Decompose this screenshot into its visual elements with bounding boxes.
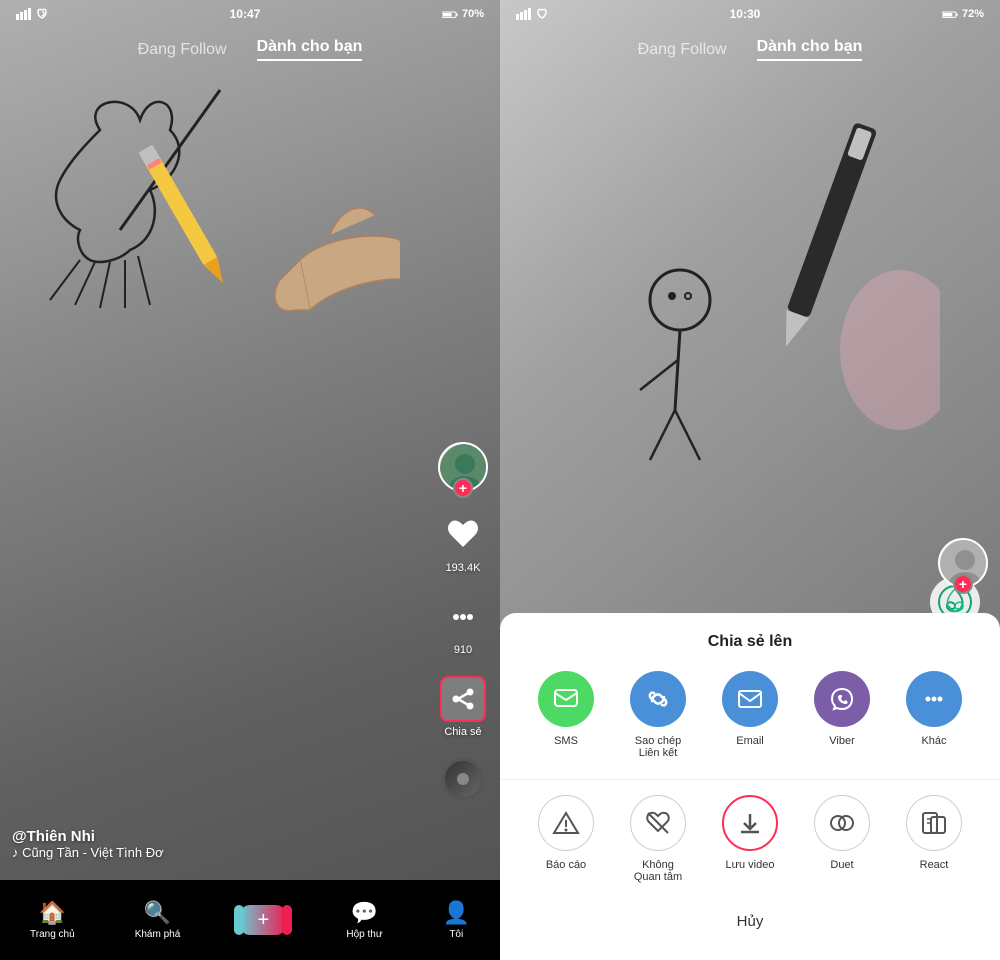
status-bar-right: 10:30 72%: [500, 0, 1000, 28]
duet-icon: [814, 795, 870, 851]
copy-icon: [630, 671, 686, 727]
share-cancel[interactable]: Hủy: [520, 903, 980, 940]
drawing-art-left: [20, 80, 400, 420]
status-left-icons: [16, 8, 48, 20]
share-report[interactable]: Báo cáo: [538, 795, 594, 883]
battery-pct-left: 70%: [462, 8, 484, 20]
savevideo-icon: [722, 795, 778, 851]
comment-icon-left: [440, 594, 486, 640]
music-disc-icon-left: [442, 758, 484, 800]
share-viber[interactable]: Viber: [814, 671, 870, 759]
viber-label: Viber: [829, 735, 854, 747]
status-right-icons: 70%: [442, 8, 484, 20]
status-time-right: 10:30: [730, 7, 761, 21]
share-divider: [500, 779, 1000, 780]
music-disc-inner-left: [457, 773, 469, 785]
avatar-wrap-left[interactable]: +: [438, 442, 488, 492]
username-left: @Thiên Nhi: [12, 828, 164, 845]
report-label: Báo cáo: [546, 859, 586, 871]
notinterest-label: Không Quan tâm: [634, 859, 682, 883]
nav-profile-left[interactable]: 👤 Tôi: [443, 900, 470, 940]
nav-inbox-left[interactable]: 💬 Hộp thư: [346, 900, 382, 940]
bottom-info-left: @Thiên Nhi ♪ Cũng Tần - Việt Tình Đơ: [12, 828, 164, 860]
tab-dang-follow-right[interactable]: Đang Follow: [638, 41, 727, 59]
drawing-art-right: [520, 100, 940, 480]
share-icon-left: [440, 676, 486, 722]
share-label-left: Chia sẻ: [444, 726, 481, 738]
side-actions-left: + 193.4K 910: [438, 442, 488, 800]
more-icon: [906, 671, 962, 727]
more-label: Khác: [921, 735, 946, 747]
nav-home-label-left: Trang chủ: [30, 929, 75, 940]
sms-icon: [538, 671, 594, 727]
nav-explore-label-left: Khám phá: [135, 929, 181, 940]
email-label: Email: [736, 735, 764, 747]
share-duet[interactable]: Duet: [814, 795, 870, 883]
share-row-2: Báo cáo Không Quan tâm: [520, 795, 980, 883]
music-disc-left[interactable]: [442, 758, 484, 800]
nav-inbox-label-left: Hộp thư: [346, 929, 382, 940]
share-button-left[interactable]: Chia sẻ: [440, 676, 486, 738]
avatar-plus-right[interactable]: +: [953, 574, 973, 594]
share-email[interactable]: Email: [722, 671, 778, 759]
sms-label: SMS: [554, 735, 578, 747]
status-bar-left: 10:47 70%: [0, 0, 500, 28]
share-sms[interactable]: SMS: [538, 671, 594, 759]
avatar-plus-left[interactable]: +: [453, 478, 473, 498]
nav-create-left[interactable]: +: [240, 905, 286, 935]
nav-home-left[interactable]: 🏠 Trang chủ: [30, 900, 75, 940]
share-copy[interactable]: Sao chép Liên kết: [630, 671, 686, 759]
nav-explore-left[interactable]: 🔍 Khám phá: [135, 900, 181, 940]
tab-danh-cho-ban-left[interactable]: Dành cho bạn: [257, 38, 363, 61]
like-button-left[interactable]: 193.4K: [440, 512, 486, 574]
bottom-nav-left: 🏠 Trang chủ 🔍 Khám phá + 💬 Hộp thư 👤 Tôi: [0, 880, 500, 960]
home-icon-left: 🏠: [39, 900, 66, 926]
tab-dang-follow-left[interactable]: Đang Follow: [138, 41, 227, 59]
copy-label: Sao chép Liên kết: [635, 735, 681, 759]
heart-icon-left: [440, 512, 486, 558]
inbox-icon-left: 💬: [351, 900, 378, 926]
email-icon: [722, 671, 778, 727]
status-battery-right: 72%: [942, 8, 984, 20]
battery-pct-right: 72%: [962, 8, 984, 20]
share-row-1: SMS Sao chép Liên kết: [520, 671, 980, 759]
like-count-left: 193.4K: [446, 562, 481, 574]
share-overlay: Chia sẻ lên SMS: [500, 613, 1000, 960]
status-right-icons-left: [516, 8, 548, 20]
comment-count-left: 910: [454, 644, 472, 656]
comment-button-left[interactable]: 910: [440, 594, 486, 656]
right-phone: 10:30 72% Đang Follow Dành cho bạn +: [500, 0, 1000, 960]
profile-icon-left: 👤: [443, 900, 470, 926]
song-info-left: ♪ Cũng Tần - Việt Tình Đơ: [12, 845, 164, 860]
report-icon: [538, 795, 594, 851]
share-title: Chia sẻ lên: [520, 633, 980, 651]
share-react[interactable]: React: [906, 795, 962, 883]
viber-icon: [814, 671, 870, 727]
savevideo-label: Lưu video: [726, 859, 775, 871]
duet-label: Duet: [830, 859, 853, 871]
top-nav-right: Đang Follow Dành cho bạn: [500, 28, 1000, 71]
share-notinterest[interactable]: Không Quan tâm: [630, 795, 686, 883]
share-more[interactable]: Khác: [906, 671, 962, 759]
left-phone: 10:47 70% Đang Follow Dành cho bạn: [0, 0, 500, 960]
react-icon: [906, 795, 962, 851]
nav-profile-label-left: Tôi: [449, 929, 463, 940]
create-icon-left: +: [240, 905, 286, 935]
react-label: React: [920, 859, 949, 871]
share-savevideo[interactable]: Lưu video: [722, 795, 778, 883]
search-icon-left: 🔍: [144, 900, 171, 926]
avatar-wrap-right[interactable]: +: [938, 538, 988, 588]
notinterest-icon: [630, 795, 686, 851]
status-time-left: 10:47: [230, 7, 261, 21]
tab-danh-cho-ban-right[interactable]: Dành cho bạn: [757, 38, 863, 61]
top-nav-left: Đang Follow Dành cho bạn: [0, 28, 500, 71]
